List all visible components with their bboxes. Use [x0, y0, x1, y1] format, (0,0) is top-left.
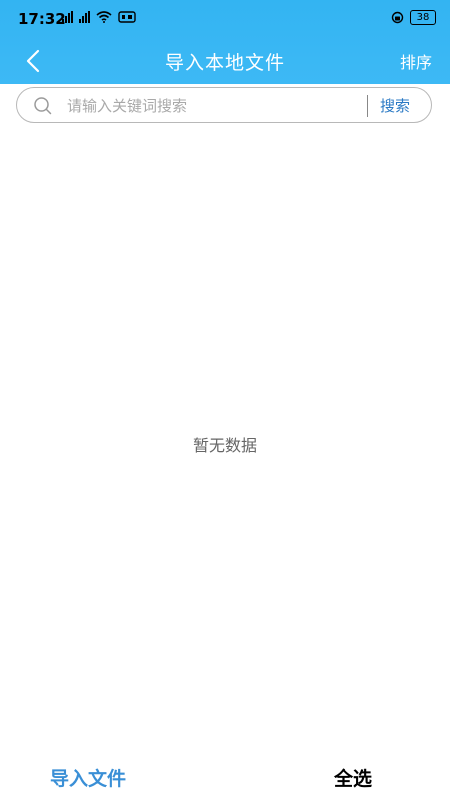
hd-icon — [118, 11, 136, 23]
search-divider — [367, 95, 368, 117]
wifi-icon — [96, 11, 112, 23]
empty-state-text: 暂无数据 — [192, 436, 257, 455]
status-bar: 17:32 38 — [0, 0, 450, 38]
search-icon — [34, 97, 52, 115]
search-input[interactable] — [65, 92, 369, 120]
import-file-button[interactable]: 导入文件 — [50, 764, 126, 791]
page-title: 导入本地文件 — [164, 52, 285, 74]
select-all-button[interactable]: 全选 — [334, 764, 372, 791]
search-button[interactable]: 搜索 — [380, 95, 410, 116]
status-right: 38 — [391, 10, 436, 25]
title-bar: 导入本地文件 排序 — [0, 38, 450, 84]
battery-icon: 38 — [410, 10, 436, 25]
status-icons — [62, 11, 136, 23]
app-header: 17:32 38 导入本地文件 排序 — [0, 0, 450, 84]
search-box: 搜索 — [16, 87, 432, 123]
status-time: 17:32 — [18, 10, 66, 28]
signal-icon — [79, 11, 90, 23]
bottom-bar: 导入文件 全选 — [0, 752, 450, 800]
signal-icon — [62, 11, 73, 23]
alarm-icon — [391, 11, 404, 24]
sort-button[interactable]: 排序 — [400, 49, 432, 73]
